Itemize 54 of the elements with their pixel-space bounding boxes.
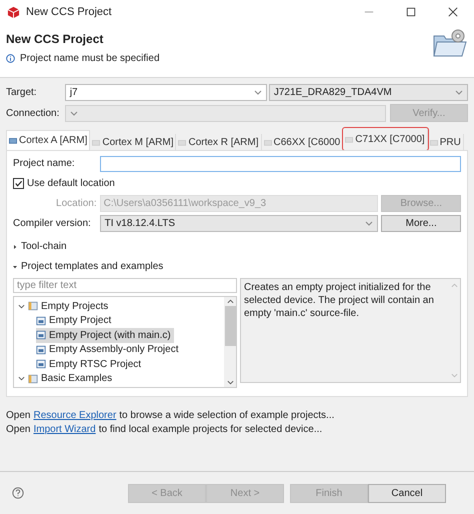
- link[interactable]: Resource Explorer: [33, 410, 116, 421]
- close-icon[interactable]: [448, 7, 458, 17]
- chevron-down-icon: [254, 90, 262, 95]
- status-message: Project name must be specified: [20, 53, 160, 64]
- maximize-icon[interactable]: [406, 7, 416, 17]
- template-description: Creates an empty project initialized for the selected device. The project will contain an empty 'main.c' source-file.: [243, 281, 435, 321]
- section-toggle[interactable]: Project templates and examples: [13, 261, 461, 272]
- device-dropdown[interactable]: J721E_DRA829_TDA4VM: [268, 84, 468, 101]
- chevron-icon[interactable]: [18, 302, 25, 310]
- compiler-dropdown[interactable]: TI v18.12.4.LTS: [100, 215, 378, 232]
- scroll-down-icon[interactable]: [226, 380, 234, 385]
- compiler-label: Compiler version:: [13, 218, 92, 229]
- window-title: New CCS Project: [26, 6, 112, 18]
- link-description: to browse a wide selection of example projects...: [119, 410, 334, 421]
- link-prefix: Open: [6, 424, 30, 435]
- project-name-label: Project name:: [13, 158, 76, 169]
- link-description: to find local example projects for selected device...: [98, 424, 322, 435]
- scroll-up-icon[interactable]: [226, 299, 234, 304]
- project-icon: [36, 359, 46, 370]
- tree-item[interactable]: Empty Project: [36, 314, 114, 328]
- chevron-down-icon: [454, 90, 463, 95]
- tree-item[interactable]: Empty Projects: [18, 299, 112, 314]
- project-icon: [36, 316, 46, 326]
- chevron-icon[interactable]: [18, 375, 25, 382]
- tree-item[interactable]: Empty RTSC Project: [36, 357, 144, 372]
- family-dropdown[interactable]: j7: [64, 84, 267, 101]
- app-icon: [7, 6, 20, 18]
- help-icon[interactable]: [12, 487, 24, 499]
- scrollbar[interactable]: [224, 297, 236, 387]
- target-label: Target:: [6, 87, 38, 98]
- connection-label: Connection:: [6, 108, 60, 118]
- tree-item[interactable]: Basic Examples: [18, 372, 116, 386]
- checkbox-label: Use default location: [27, 178, 115, 189]
- triangle-icon: [13, 244, 17, 248]
- location-label: Location:: [55, 198, 97, 209]
- project-name-field[interactable]: [100, 156, 461, 172]
- checkbox[interactable]: [13, 178, 24, 189]
- info-icon: [6, 54, 15, 63]
- scrollbar-thumb[interactable]: [224, 306, 236, 346]
- link-prefix: Open: [6, 410, 30, 421]
- project-icon: [36, 344, 46, 355]
- page-title: New CCS Project: [6, 32, 104, 46]
- tree-item[interactable]: Empty Project (with main.c): [36, 328, 174, 342]
- wizard-button[interactable]: Cancel: [368, 484, 446, 502]
- section-toggle[interactable]: Tool-chain: [13, 241, 461, 252]
- more-button[interactable]: More...: [381, 215, 461, 232]
- link[interactable]: Import Wizard: [33, 424, 96, 435]
- chevron-down-icon: [70, 110, 78, 116]
- chevron-down-icon: [365, 221, 374, 226]
- triangle-icon: [13, 264, 17, 268]
- project-icon: [36, 330, 46, 340]
- filter-field[interactable]: type filter text: [13, 278, 237, 293]
- tree-item[interactable]: Empty Assembly-only Project: [36, 342, 182, 357]
- tab[interactable]: Cortex A [ARM]: [6, 130, 90, 150]
